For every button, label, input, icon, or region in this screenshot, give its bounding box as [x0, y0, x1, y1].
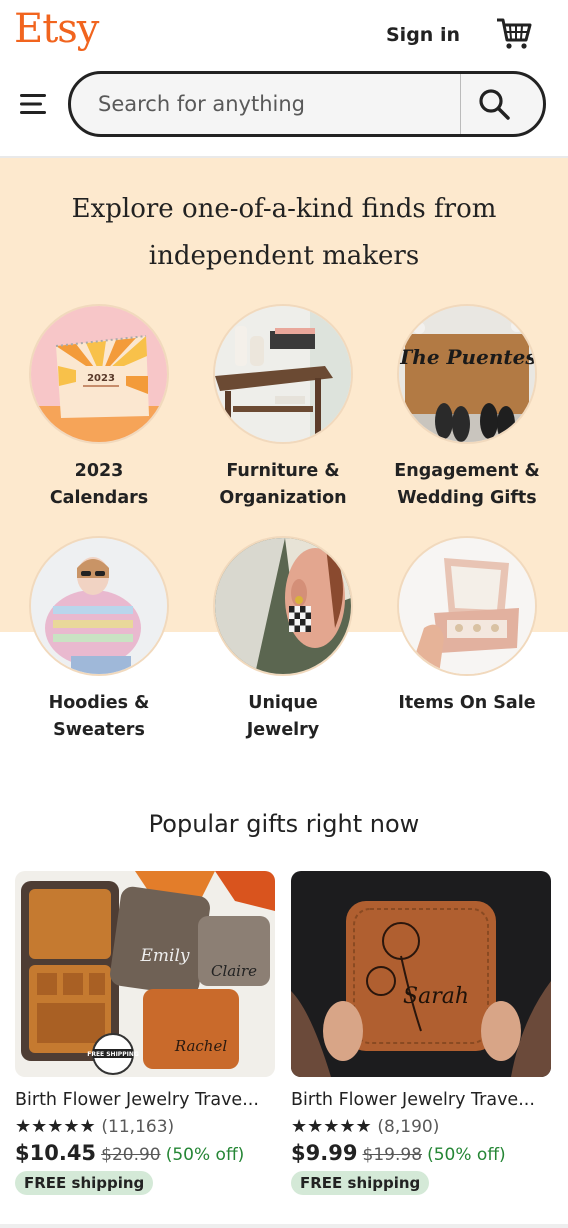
product-title[interactable]: Birth Flower Jewelry Trave...: [291, 1090, 551, 1110]
product-rating: ★★★★★ (8,190): [291, 1116, 551, 1137]
product-price: $10.45 $20.90 (50% off): [15, 1141, 275, 1165]
category-label: Engagement & Wedding Gifts: [394, 461, 540, 508]
star-icon: ★★★★★: [291, 1116, 372, 1137]
doormat-text: The Puentes: [399, 345, 535, 369]
product-title[interactable]: Birth Flower Jewelry Trave...: [15, 1090, 275, 1110]
search-input[interactable]: Search for anything: [71, 74, 456, 134]
engraved-name-claire: Claire: [211, 962, 257, 980]
engraved-name-rachel: Rachel: [174, 1037, 228, 1055]
free-shipping-badge: FREE shipping: [291, 1171, 430, 1195]
star-icon: ★★★★★: [15, 1116, 96, 1137]
search-bar: Search for anything: [68, 71, 546, 137]
product-card[interactable]: Sarah Birth Flower Jewelry Trave... ★★★★…: [291, 871, 551, 1195]
engraved-name-sarah: Sarah: [403, 984, 469, 1009]
category-label: 2023 Calendars: [49, 461, 149, 508]
search-divider: [460, 74, 461, 134]
checkered-earring: [289, 606, 311, 632]
search-icon[interactable]: [476, 86, 512, 122]
engraved-name-emily: Emily: [139, 946, 189, 966]
calendar-year-text: 2023: [87, 373, 115, 384]
category-items-on-sale[interactable]: Items On Sale: [387, 536, 547, 717]
category-label: Furniture & Organization: [219, 461, 347, 508]
category-wedding-gifts[interactable]: The Puentes Engagement & Wedding Gifts: [387, 304, 547, 512]
jewelry-image: [213, 536, 353, 676]
hero-title: Explore one-of-a-kind finds from indepen…: [71, 194, 497, 271]
popular-gifts-title: Popular gifts right now: [148, 810, 420, 838]
original-price: $19.98: [362, 1145, 423, 1165]
product-rating: ★★★★★ (11,163): [15, 1116, 275, 1137]
review-count: (11,163): [101, 1117, 175, 1137]
discount-text: (50% off): [427, 1145, 506, 1165]
menu-icon[interactable]: [18, 91, 48, 117]
review-count: (8,190): [377, 1117, 440, 1137]
sign-in-link[interactable]: Sign in: [386, 24, 460, 46]
bottom-divider: [0, 1224, 568, 1228]
etsy-logo[interactable]: Etsy: [14, 6, 99, 52]
category-calendars[interactable]: 2023 2023 Calendars: [19, 304, 179, 512]
free-shipping-stamp: FREE SHIPPING: [87, 1051, 139, 1058]
product-card[interactable]: Emily Claire Rachel FREE SHIPPING Birth …: [15, 871, 275, 1195]
product-image[interactable]: Emily Claire Rachel FREE SHIPPING: [15, 871, 275, 1077]
product-image[interactable]: Sarah: [291, 871, 551, 1077]
furniture-image: [213, 304, 353, 444]
doormat-image: The Puentes: [397, 304, 537, 444]
calendars-image: 2023: [29, 304, 169, 444]
product-price: $9.99 $19.98 (50% off): [291, 1141, 551, 1165]
category-label: Items On Sale: [398, 693, 536, 713]
current-price: $9.99: [291, 1141, 358, 1165]
category-label: Hoodies & Sweaters: [48, 693, 150, 740]
category-label: Unique Jewelry: [246, 693, 320, 740]
original-price: $20.90: [101, 1145, 161, 1165]
discount-text: (50% off): [165, 1145, 245, 1165]
current-price: $10.45: [15, 1141, 97, 1165]
sweater-image: [29, 536, 169, 676]
free-shipping-badge: FREE shipping: [15, 1171, 154, 1195]
category-unique-jewelry[interactable]: Unique Jewelry: [203, 536, 363, 744]
sale-image: [397, 536, 537, 676]
category-furniture[interactable]: Furniture & Organization: [203, 304, 363, 512]
category-hoodies-sweaters[interactable]: Hoodies & Sweaters: [19, 536, 179, 744]
cart-icon[interactable]: [496, 16, 532, 50]
